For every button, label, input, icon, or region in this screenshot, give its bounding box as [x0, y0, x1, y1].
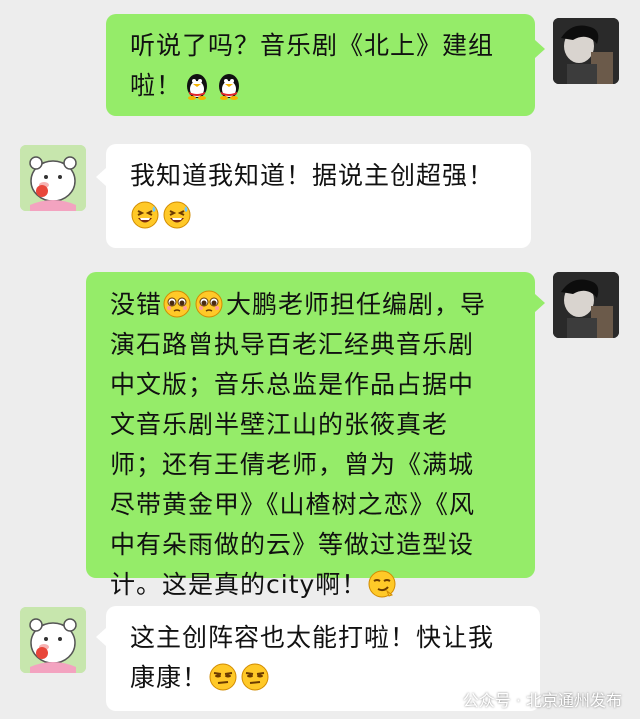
message-bubble[interactable]: 没错 大鹏老师担任编剧，导 演石路曾执导百老汇经典音乐剧 中文版；音乐总监是作品占… [86, 272, 535, 599]
profile-photo-icon [553, 18, 619, 84]
message-text: 没错 [110, 290, 163, 319]
message-text: 中文版；音乐总监是作品占据中 [110, 370, 475, 399]
message-text: 啦！ [130, 71, 183, 100]
message-text: 计。这是真的city啊！ [110, 570, 368, 599]
bubble-tail [96, 168, 106, 186]
avatar-self[interactable] [553, 272, 619, 338]
message-text: 演石路曾执导百老汇经典音乐剧 [110, 330, 475, 359]
skeptical-icon [241, 663, 269, 691]
message-text: 听说了吗？音乐剧《北上》建组 [130, 31, 495, 60]
message-bubble[interactable]: 我知道我知道！据说主创超强！ [106, 144, 531, 248]
skeptical-icon [209, 663, 237, 691]
message-text: 康康！ [130, 663, 209, 692]
message-text: 中有朵雨做的云》等做过造型设 [110, 530, 475, 559]
message-text: 文音乐剧半壁江山的张筱真老 [110, 410, 449, 439]
smirk-icon [368, 570, 396, 598]
penguin-icon [187, 74, 208, 100]
message-text: 大鹏老师担任编剧，导 [226, 290, 487, 319]
message-text: 这主创阵容也太能打啦！快让我 [130, 623, 495, 652]
avatar-friend[interactable] [20, 607, 86, 673]
pleading-icon [163, 290, 191, 318]
watermark: 公众号 · 北京通州发布 [439, 687, 622, 711]
wechat-icon [439, 691, 456, 706]
bubble-tail [96, 628, 106, 646]
avatar-friend[interactable] [20, 145, 86, 211]
bubble-tail [535, 40, 545, 58]
grin-sweat-icon [163, 201, 191, 229]
penguin-icon [219, 74, 240, 100]
profile-photo-icon [553, 272, 619, 338]
watermark-text: 公众号 · 北京通州发布 [462, 691, 622, 710]
bubble-tail [535, 294, 545, 312]
message-text: 尽带黄金甲》《山楂树之恋》《风 [110, 490, 476, 519]
message-bubble[interactable]: 听说了吗？音乐剧《北上》建组 啦！ [106, 14, 535, 116]
message-text: 我知道我知道！据说主创超强！ [130, 161, 495, 190]
bear-avatar-icon [20, 607, 86, 673]
bear-avatar-icon [20, 145, 86, 211]
avatar-self[interactable] [553, 18, 619, 84]
pleading-icon [195, 290, 223, 318]
grin-sweat-icon [131, 201, 159, 229]
message-text: 师；还有王倩老师，曾为《满城 [110, 450, 475, 479]
